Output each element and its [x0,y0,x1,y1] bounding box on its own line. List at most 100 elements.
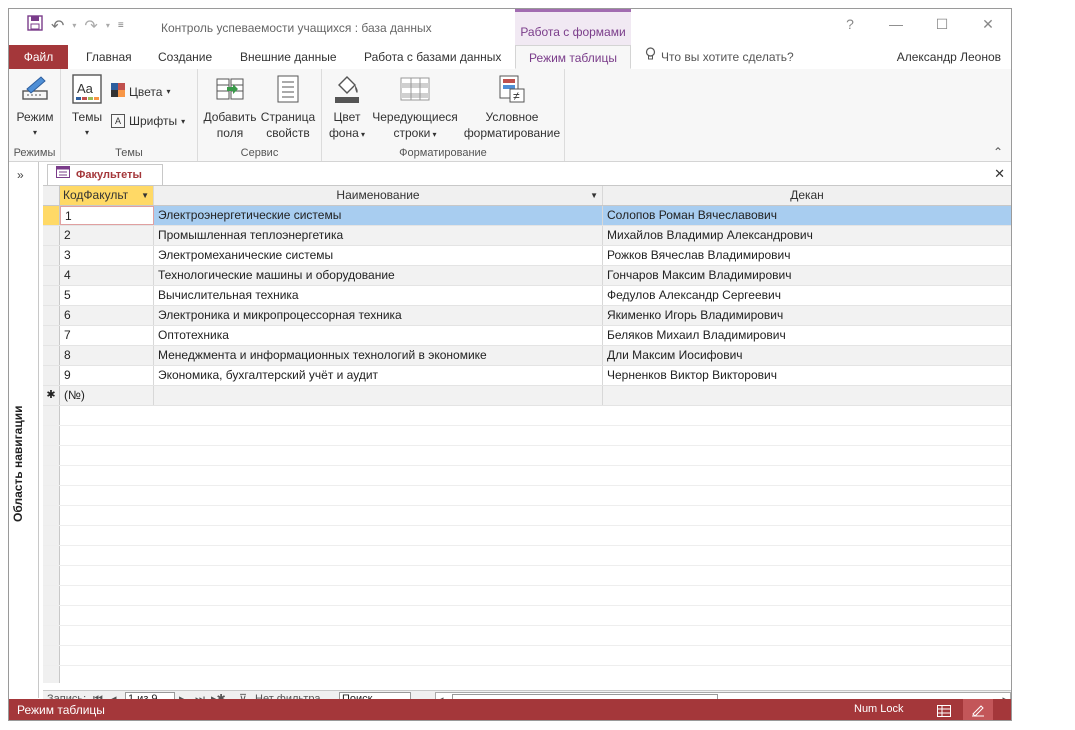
colors-button[interactable]: Цвета ▾ [111,83,170,100]
select-all-corner[interactable] [43,186,60,205]
cell-new-dean[interactable] [603,386,1011,405]
undo-dropdown-icon[interactable]: ▾ [72,21,76,30]
cell-id[interactable]: 2 [60,226,154,245]
redo-dropdown-icon[interactable]: ▾ [106,21,110,30]
record-selector[interactable] [43,266,60,285]
new-record-icon[interactable]: ✱ [43,386,60,405]
group-themes-label: Темы [115,147,143,159]
cell-dean[interactable]: Федулов Александр Сергеевич [603,286,1011,305]
datasheet-grid: КодФакульт ▼ Наименование ▼ Декан 1 Электр… [43,185,1011,683]
column-header-name[interactable]: Наименование ▼ [154,186,603,205]
new-record-row[interactable]: ✱ (№) [43,386,1011,406]
cell-id[interactable]: 6 [60,306,154,325]
table-row[interactable]: 1 Электроэнергетические системы Солопов … [43,206,1011,226]
help-button[interactable]: ? [827,9,873,39]
table-row[interactable]: 8 Менеджмента и информационных технологи… [43,346,1011,366]
alternate-rows-label-1: Чередующиеся [372,110,458,124]
empty-grid-row [43,646,1011,666]
record-selector[interactable] [43,246,60,265]
property-sheet-button[interactable]: Страница свойств [260,73,316,141]
themes-button[interactable]: Aa Темы ▾ [67,73,107,141]
cell-name[interactable]: Экономика, бухгалтерский учёт и аудит [154,366,603,385]
cell-dean[interactable]: Черненков Виктор Викторович [603,366,1011,385]
cell-name[interactable]: Электроника и микропроцессорная техника [154,306,603,325]
user-name[interactable]: Александр Леонов [897,45,1001,69]
expand-nav-pane-button[interactable]: » [17,168,24,182]
cell-dean[interactable]: Гончаров Максим Владимирович [603,266,1011,285]
empty-selector [43,666,60,683]
column-header-dean[interactable]: Декан [603,186,1011,205]
navigation-pane-label[interactable]: Область навигации [11,406,25,522]
table-row[interactable]: 7 Оптотехника Беляков Михаил Владимирови… [43,326,1011,346]
view-button[interactable]: Режим ▾ [13,73,57,141]
record-selector[interactable] [43,346,60,365]
minimize-button[interactable]: — [873,9,919,39]
design-view-icon[interactable] [963,699,993,720]
tab-file[interactable]: Файл [9,45,68,69]
collapse-ribbon-icon[interactable]: ⌃ [993,145,1003,159]
cell-id[interactable]: 9 [60,366,154,385]
close-document-button[interactable]: ✕ [994,166,1005,182]
cell-id[interactable]: 7 [60,326,154,345]
table-row[interactable]: 3 Электромеханические системы Рожков Вяч… [43,246,1011,266]
tab-external-data[interactable]: Внешние данные [240,45,337,69]
cell-dean[interactable]: Беляков Михаил Владимирович [603,326,1011,345]
cell-dean[interactable]: Рожков Вячеслав Владимирович [603,246,1011,265]
tab-database-tools[interactable]: Работа с базами данных [364,45,501,69]
table-row[interactable]: 4 Технологические машины и оборудование … [43,266,1011,286]
cell-dean[interactable]: Солопов Роман Вячеславович [603,206,1011,225]
empty-selector [43,546,60,565]
cell-dean[interactable]: Якименко Игорь Владимирович [603,306,1011,325]
record-selector[interactable] [43,226,60,245]
record-selector[interactable] [43,366,60,385]
empty-selector [43,646,60,665]
datasheet-view-icon[interactable] [929,699,959,720]
record-selector[interactable] [43,326,60,345]
save-icon[interactable] [27,15,43,36]
cell-name[interactable]: Оптотехника [154,326,603,345]
table-row[interactable]: 2 Промышленная теплоэнергетика Михайлов … [43,226,1011,246]
header-row: КодФакульт ▼ Наименование ▼ Декан [43,186,1011,206]
add-fields-label-1: Добавить [203,110,257,124]
undo-icon[interactable]: ↶ [51,16,64,36]
table-row[interactable]: 9 Экономика, бухгалтерский учёт и аудит … [43,366,1011,386]
tell-me-box[interactable]: Что вы хотите сделать? [645,45,794,69]
redo-icon[interactable]: ↷ [84,16,97,36]
cell-name[interactable]: Технологические машины и оборудование [154,266,603,285]
alternate-row-color-button[interactable]: Чередующиеся строки ▾ [370,73,460,143]
add-fields-button[interactable]: Добавить поля [202,73,258,141]
conditional-formatting-button[interactable]: ≠ Условное форматирование [462,73,562,141]
tab-create[interactable]: Создание [158,45,212,69]
cell-id[interactable]: 5 [60,286,154,305]
record-selector[interactable] [43,286,60,305]
cell-id[interactable]: 1 [60,206,154,225]
cell-name[interactable]: Электроэнергетические системы [154,206,603,225]
customize-qat-icon[interactable]: ≡ [118,20,124,31]
maximize-button[interactable]: ☐ [919,9,965,39]
cell-id[interactable]: 8 [60,346,154,365]
cell-new-name[interactable] [154,386,603,405]
cell-name[interactable]: Электромеханические системы [154,246,603,265]
cell-name[interactable]: Промышленная теплоэнергетика [154,226,603,245]
table-row[interactable]: 6 Электроника и микропроцессорная техник… [43,306,1011,326]
cell-name[interactable]: Менеджмента и информационных технологий … [154,346,603,365]
cell-name[interactable]: Вычислительная техника [154,286,603,305]
cell-id[interactable]: 3 [60,246,154,265]
table-row[interactable]: 5 Вычислительная техника Федулов Алексан… [43,286,1011,306]
record-selector[interactable] [43,206,60,225]
chevron-down-icon[interactable]: ▼ [141,186,149,205]
cell-id[interactable]: 4 [60,266,154,285]
cell-dean[interactable]: Михайлов Владимир Александрович [603,226,1011,245]
close-window-button[interactable]: ✕ [965,9,1011,39]
cell-new-id[interactable]: (№) [60,386,154,405]
tab-datasheet[interactable]: Режим таблицы [515,45,631,69]
background-color-button[interactable]: Цвет фона ▾ [326,73,368,143]
record-selector[interactable] [43,306,60,325]
view-icon [19,73,51,105]
doc-tab-faculties[interactable]: Факультеты [47,164,163,185]
tab-home[interactable]: Главная [86,45,132,69]
chevron-down-icon[interactable]: ▼ [590,186,598,205]
fonts-button[interactable]: A Шрифты ▾ [111,114,185,128]
cell-dean[interactable]: Дли Максим Иосифович [603,346,1011,365]
column-header-id[interactable]: КодФакульт ▼ [60,186,154,205]
